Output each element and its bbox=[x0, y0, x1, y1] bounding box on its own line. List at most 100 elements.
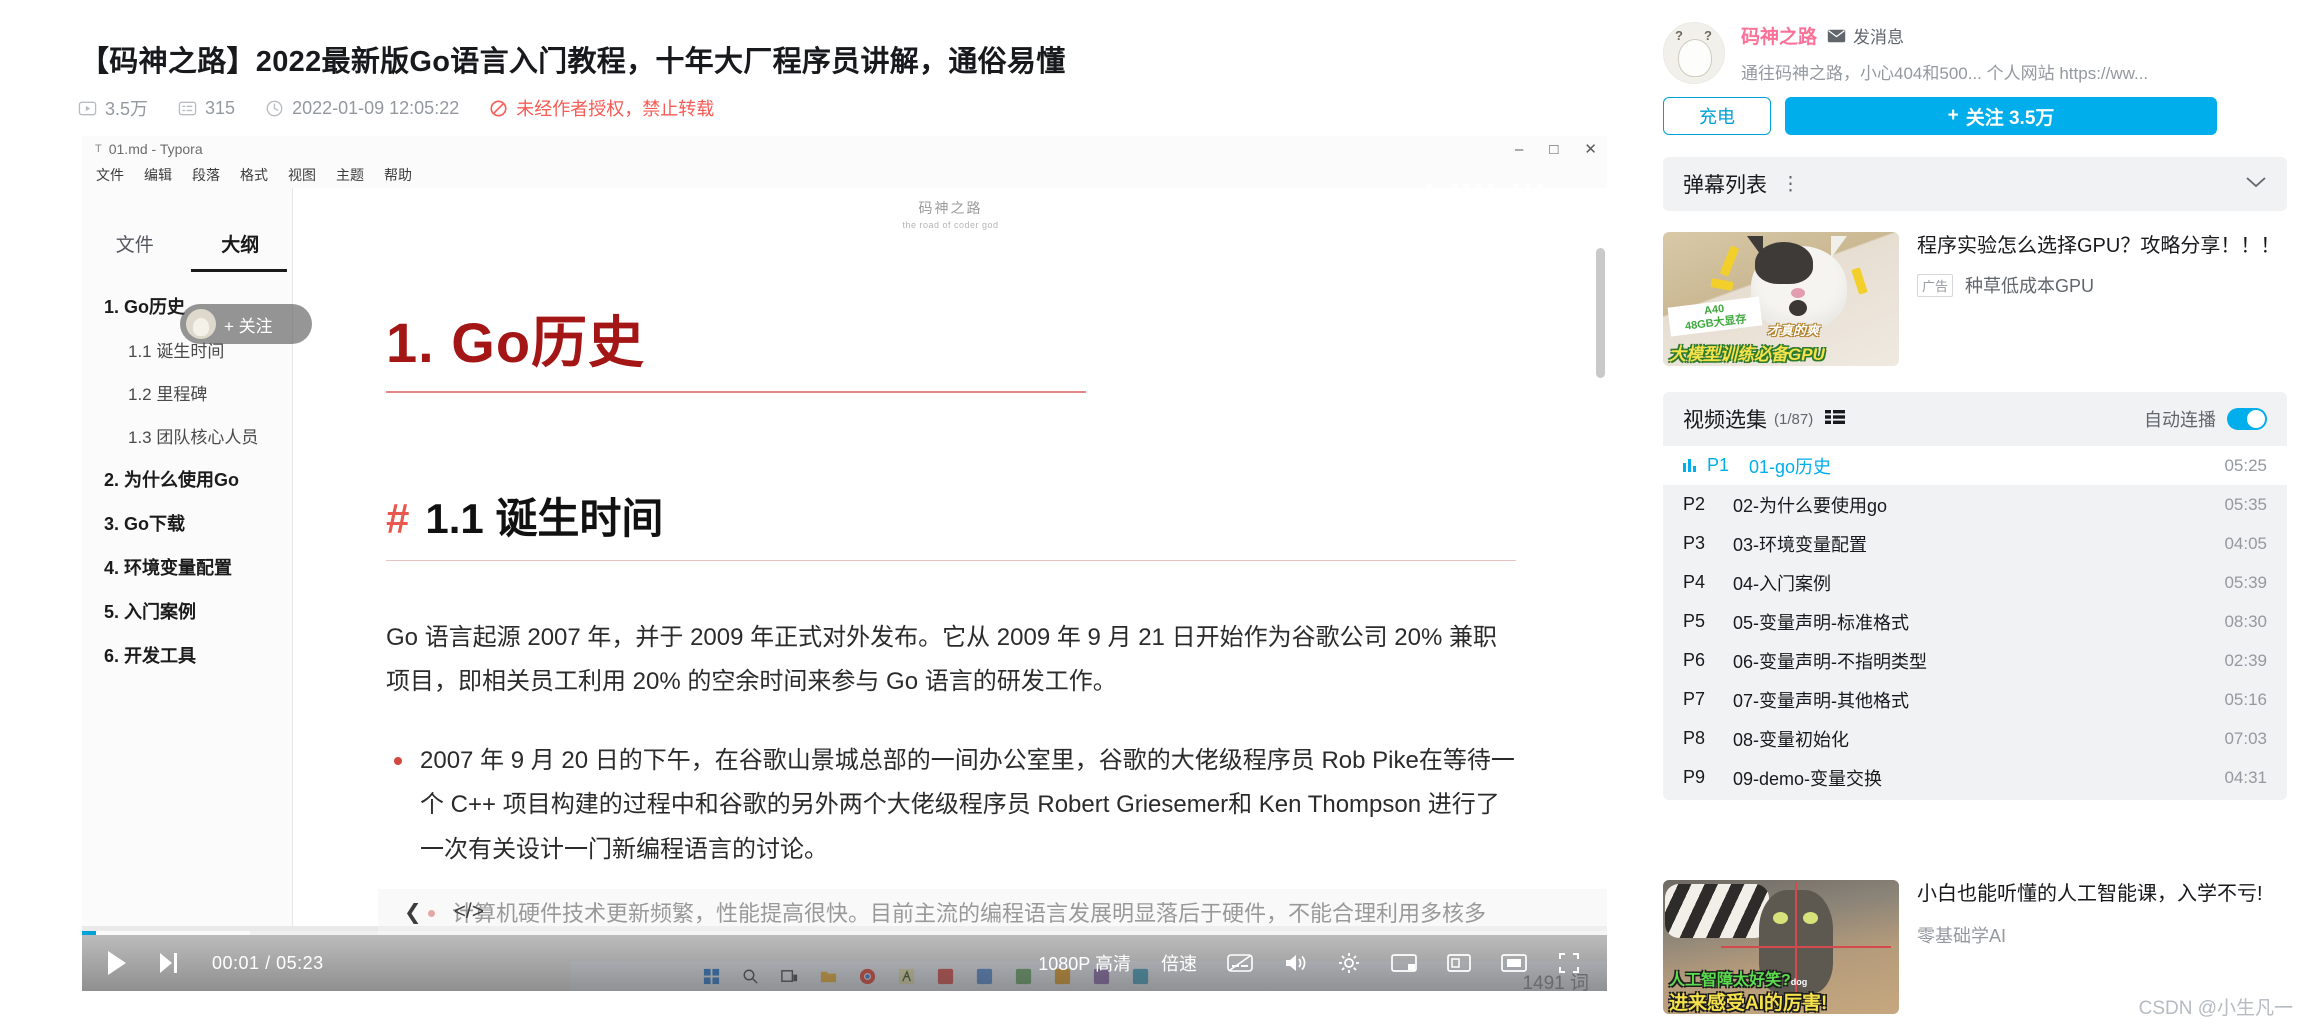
outline-item[interactable]: 5. 入门案例 bbox=[82, 589, 293, 633]
doc-heading-1: 1. Go历史 bbox=[386, 311, 646, 374]
bilibili-video-page: 【码神之路】2022最新版Go语言入门教程，十年大厂程序员讲解，通俗易懂 3.5… bbox=[0, 0, 2305, 1028]
uploader-name[interactable]: 码神之路 bbox=[1741, 22, 1817, 49]
ad-card-top[interactable]: A40 48GB大显存 才真的爽 大模型训练必备GPU 程序实验怎么选择GPU？攻… bbox=[1663, 232, 2287, 366]
menu-paragraph[interactable]: 段落 bbox=[192, 165, 220, 185]
scrollbar-thumb[interactable] bbox=[1596, 248, 1605, 378]
menu-format[interactable]: 格式 bbox=[240, 165, 268, 185]
outline-item[interactable]: 4. 环境变量配置 bbox=[82, 545, 293, 589]
decor-spark bbox=[1851, 267, 1868, 295]
danmaku-panel-title: 弹幕列表 bbox=[1683, 174, 1767, 197]
playlist-item-title: 06-变量声明-不指明类型 bbox=[1733, 651, 1928, 672]
menu-view[interactable]: 视图 bbox=[288, 165, 316, 185]
playlist-item-index: P9 bbox=[1683, 767, 1706, 787]
ad-title[interactable]: 程序实验怎么选择GPU？攻略分享！！！ bbox=[1917, 232, 2287, 260]
typora-sidebar-tabs[interactable]: 文件 大纲 bbox=[82, 224, 293, 270]
typora-word-count: 1491 词 bbox=[1522, 973, 1589, 991]
widescreen-icon[interactable] bbox=[1391, 952, 1417, 974]
playlist-item-duration: 05:16 bbox=[2224, 689, 2267, 709]
more-vertical-icon[interactable]: ⋮ bbox=[1781, 173, 1801, 196]
menu-help[interactable]: 帮助 bbox=[384, 165, 412, 185]
outline-item[interactable]: 2. 为什么使用Go bbox=[82, 457, 293, 501]
publish-time-text: 2022-01-09 12:05:22 bbox=[292, 97, 460, 118]
copyright-notice: 未经作者授权，禁止转载 bbox=[489, 95, 714, 121]
playlist-item[interactable]: P3 03-环境变量配置 04:05 bbox=[1663, 524, 2287, 563]
picture-in-picture-icon[interactable] bbox=[1447, 952, 1471, 974]
send-message-button[interactable]: 发消息 bbox=[1827, 23, 1904, 48]
charge-button[interactable]: 充电 bbox=[1663, 97, 1771, 135]
tab-files[interactable]: 文件 bbox=[82, 224, 188, 270]
video-meta-row: 3.5万 315 2022-01-09 12:05:22 未经作者授权，禁止转载 bbox=[78, 95, 744, 121]
typora-window-title: T 01.md - Typora bbox=[95, 141, 203, 157]
volume-icon[interactable] bbox=[1283, 952, 1307, 974]
playlist-item[interactable]: P6 06-变量声明-不指明类型 02:39 bbox=[1663, 641, 2287, 680]
heading-1-rule bbox=[386, 391, 1086, 393]
ad-thumb-badge-a40: A40 48GB大显存 bbox=[1667, 296, 1763, 337]
playlist-item-title: 01-go历史 bbox=[1749, 456, 1832, 477]
speed-selector[interactable]: 倍速 bbox=[1161, 950, 1197, 976]
uploader-avatar[interactable]: ? ? bbox=[1663, 22, 1725, 84]
outline-item[interactable]: 1.2 里程碑 bbox=[82, 371, 293, 414]
autoplay-toggle[interactable] bbox=[2227, 408, 2267, 430]
outline-item[interactable]: 1.3 团队核心人员 bbox=[82, 414, 293, 457]
typora-window-buttons[interactable]: – □ ✕ bbox=[1515, 136, 1597, 162]
menu-theme[interactable]: 主题 bbox=[336, 165, 364, 185]
avatar-face bbox=[1678, 39, 1712, 77]
minimize-icon[interactable]: – bbox=[1515, 141, 1523, 158]
gear-icon[interactable] bbox=[1337, 951, 1361, 975]
follow-button[interactable]: + 关注 3.5万 bbox=[1785, 97, 2217, 135]
player-controls-left: 00:01 / 05:23 bbox=[82, 948, 324, 978]
playlist-item-title: 04-入门案例 bbox=[1733, 573, 1832, 594]
list-item: 2007 年 9 月 20 日的下午，在谷歌山景城总部的一间办公室里，谷歌的大佬… bbox=[386, 739, 1516, 872]
list-icon[interactable] bbox=[1825, 409, 1846, 430]
playlist-item[interactable]: P4 04-入门案例 05:39 bbox=[1663, 563, 2287, 602]
playlist-item-index: P7 bbox=[1683, 689, 1706, 709]
outline-item[interactable]: 6. 开发工具 bbox=[82, 633, 293, 677]
video-player[interactable]: T 01.md - Typora – □ ✕ 文件 编辑 段落 格式 视图 主题 bbox=[82, 136, 1607, 991]
ad-thumbnail[interactable]: A40 48GB大显存 才真的爽 大模型训练必备GPU bbox=[1663, 232, 1899, 366]
ad-thumbnail[interactable]: 人工智障太好笑?dog 狗 进来感受AI的厉害! bbox=[1663, 880, 1899, 1014]
playlist-item-index: P3 bbox=[1683, 533, 1706, 553]
typora-filename: 01.md - Typora bbox=[108, 141, 203, 157]
video-follow-overlay[interactable]: + 关注 bbox=[180, 304, 312, 344]
typora-screencast: T 01.md - Typora – □ ✕ 文件 编辑 段落 格式 视图 主题 bbox=[82, 136, 1607, 926]
next-episode-icon[interactable] bbox=[156, 950, 180, 976]
playlist-item[interactable]: P5 05-变量声明-标准格式 08:30 bbox=[1663, 602, 2287, 641]
decor-spark bbox=[1710, 278, 1734, 291]
playlist-title: 视频选集 bbox=[1683, 409, 1767, 432]
source-code-icon[interactable]: </> bbox=[454, 900, 484, 924]
player-controls[interactable]: 00:01 / 05:23 1080P 高清 倍速 bbox=[82, 935, 1607, 991]
menu-edit[interactable]: 编辑 bbox=[144, 165, 172, 185]
tab-outline[interactable]: 大纲 bbox=[188, 224, 294, 270]
playlist-item[interactable]: P8 08-变量初始化 07:03 bbox=[1663, 719, 2287, 758]
copyright-text: 未经作者授权，禁止转载 bbox=[516, 99, 715, 119]
playlist-item[interactable]: P2 02-为什么要使用go 05:35 bbox=[1663, 485, 2287, 524]
playlist-item-duration: 07:03 bbox=[2224, 728, 2267, 748]
document-body: 1. Go历史 # 1.1 诞生时间 Go 语言起源 2007 年，并于 200… bbox=[386, 298, 1516, 926]
playlist-item[interactable]: P7 07-变量声明-其他格式 05:16 bbox=[1663, 680, 2287, 719]
mini-player-button[interactable] bbox=[1489, 843, 1559, 895]
playlist-item[interactable]: P1 01-go历史 05:25 bbox=[1663, 446, 2287, 485]
typora-menubar[interactable]: 文件 编辑 段落 格式 视图 主题 帮助 bbox=[82, 162, 1607, 188]
playlist-item-duration: 04:31 bbox=[2224, 767, 2267, 787]
page-title: 【码神之路】2022最新版Go语言入门教程，十年大厂程序员讲解，通俗易懂 bbox=[80, 46, 1066, 78]
cat-nose bbox=[1791, 288, 1805, 298]
heading-2-rule bbox=[386, 560, 1516, 561]
playlist-item-duration: 02:39 bbox=[2224, 650, 2267, 670]
chevron-down-icon[interactable] bbox=[2245, 175, 2267, 194]
outline-item[interactable]: 3. Go下载 bbox=[82, 501, 293, 545]
playlist-item[interactable]: P10 10-匿名变量 03:12 bbox=[1663, 797, 2287, 800]
playlist-item[interactable]: P9 09-demo-变量交换 04:31 bbox=[1663, 758, 2287, 797]
typora-document[interactable]: 码神之路 the road of coder god 1. Go历史 # 1.1… bbox=[294, 188, 1607, 926]
autoplay-control[interactable]: 自动连播 bbox=[2144, 406, 2267, 432]
subtitle-icon[interactable] bbox=[1227, 953, 1253, 973]
menu-file[interactable]: 文件 bbox=[96, 165, 124, 185]
close-icon[interactable]: ✕ bbox=[1584, 140, 1597, 158]
quality-selector[interactable]: 1080P 高清 bbox=[1038, 950, 1131, 976]
play-icon[interactable] bbox=[104, 948, 130, 978]
markdown-toolbar-strip[interactable]: ❮ </> bbox=[378, 889, 1607, 935]
danmaku-panel-header[interactable]: 弹幕列表 ⋮ bbox=[1663, 157, 2287, 211]
ad-title[interactable]: 小白也能听懂的人工智能课，入学不亏! bbox=[1917, 880, 2287, 908]
chevron-left-icon[interactable]: ❮ bbox=[404, 900, 422, 925]
uploader-block: ? ? 码神之路 发消息 通往码神之路，小心404和500... 个人网站 ht… bbox=[1663, 22, 2287, 135]
maximize-icon[interactable]: □ bbox=[1549, 141, 1558, 158]
